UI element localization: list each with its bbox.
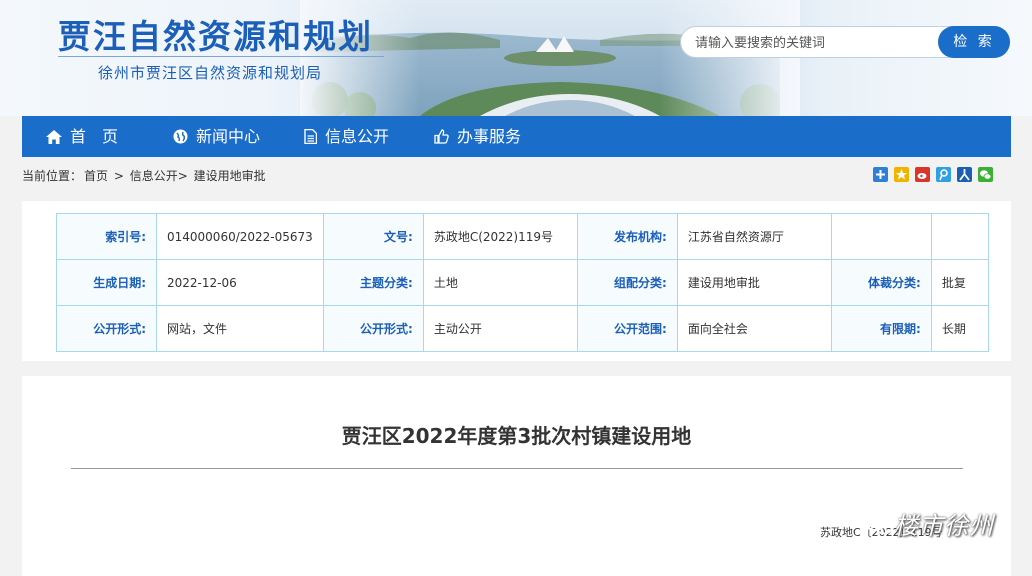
search-box: 检 索 [680, 26, 1010, 58]
table-row: 索引号: 014000060/2022-05673 文号: 苏政地C(2022)… [56, 213, 989, 260]
nav-item-news[interactable]: 新闻中心 [173, 116, 260, 157]
share-toolbar [873, 167, 993, 182]
breadcrumb: 当前位置： 首页 > 信息公开> 建设用地审批 [22, 167, 268, 184]
nav-label: 信息公开 [325, 127, 390, 146]
genre-category-value: 批复 [930, 259, 989, 306]
qzone-icon[interactable] [894, 167, 909, 182]
document-icon [304, 129, 317, 144]
site-title: 贾汪自然资源和规划 [58, 17, 373, 56]
index-number-value: 014000060/2022-05673 [156, 213, 324, 260]
disclosure-mode-value: 主动公开 [422, 305, 578, 352]
table-row: 生成日期: 2022-12-06 主题分类: 土地 组配分类: 建设用地审批 体… [56, 259, 989, 306]
breadcrumb-info-public[interactable]: 信息公开> [130, 169, 188, 183]
nav-label: 新闻中心 [196, 127, 261, 146]
add-icon[interactable] [873, 167, 888, 182]
nav-item-services[interactable]: 办事服务 [434, 116, 521, 157]
topic-category-value: 土地 [422, 259, 578, 306]
watermark-text: 楼市徐州 [894, 512, 994, 540]
tencent-weibo-icon[interactable] [936, 167, 951, 182]
index-number-label: 索引号: [56, 213, 157, 260]
genre-category-label: 体裁分类: [830, 259, 932, 306]
thumbs-up-icon [434, 129, 449, 144]
nav-item-info-public[interactable]: 信息公开 [304, 116, 389, 157]
weibo-icon[interactable] [915, 167, 930, 182]
metadata-panel: 索引号: 014000060/2022-05673 文号: 苏政地C(2022)… [22, 201, 1011, 361]
disclosure-form-value: 网站，文件 [156, 305, 324, 352]
breadcrumb-separator: > [113, 169, 124, 183]
search-input[interactable] [695, 33, 935, 53]
created-date-label: 生成日期: [56, 259, 157, 306]
main-nav: 首 页 新闻中心 信息公开 办事服务 [22, 116, 1011, 157]
assembly-category-value: 建设用地审批 [676, 259, 832, 306]
breadcrumb-bar: 当前位置： 首页 > 信息公开> 建设用地审批 [22, 157, 1011, 191]
site-header: 贾汪自然资源和规划 徐州市贾汪区自然资源和规划局 检 索 [0, 0, 1032, 116]
wechat-icon[interactable] [978, 167, 993, 182]
nav-label: 办事服务 [457, 127, 522, 146]
breadcrumb-current[interactable]: 建设用地审批 [194, 169, 266, 183]
created-date-value: 2022-12-06 [156, 259, 324, 306]
renren-icon[interactable] [957, 167, 972, 182]
site-subtitle: 徐州市贾汪区自然资源和规划局 [98, 64, 323, 82]
disclosure-mode-label: 公开形式: [322, 305, 424, 352]
disclosure-scope-value: 面向全社会 [676, 305, 832, 352]
validity-value: 长期 [930, 305, 989, 352]
nav-label: 首 页 [70, 127, 119, 146]
empty-cell [830, 213, 932, 260]
breadcrumb-home[interactable]: 首页 [84, 169, 108, 183]
breadcrumb-prefix: 当前位置： [22, 169, 83, 183]
article-title: 贾汪区2022年度第3批次村镇建设用地 [341, 424, 692, 448]
doc-number-value: 苏政地C(2022)119号 [422, 213, 578, 260]
empty-cell [930, 213, 989, 260]
watermark: 楼市徐州 [864, 506, 994, 541]
title-divider [58, 56, 384, 57]
validity-label: 有限期: [830, 305, 932, 352]
title-divider [71, 468, 963, 469]
publisher-value: 江苏省自然资源厅 [676, 213, 832, 260]
home-icon [46, 129, 62, 144]
assembly-category-label: 组配分类: [576, 259, 678, 306]
nav-item-home[interactable]: 首 页 [46, 116, 118, 157]
disclosure-scope-label: 公开范围: [576, 305, 678, 352]
publisher-label: 发布机构: [576, 213, 678, 260]
doc-number-label: 文号: [322, 213, 424, 260]
article-panel: 贾汪区2022年度第3批次村镇建设用地 苏政地C〔2022〕119号 楼市徐州 [22, 376, 1011, 576]
wechat-logo-icon [864, 512, 893, 534]
search-button[interactable]: 检 索 [938, 26, 1010, 58]
metadata-table: 索引号: 014000060/2022-05673 文号: 苏政地C(2022)… [56, 213, 989, 352]
disclosure-form-label: 公开形式: [56, 305, 157, 352]
topic-category-label: 主题分类: [322, 259, 424, 306]
table-row: 公开形式: 网站，文件 公开形式: 主动公开 公开范围: 面向全社会 有限期: … [56, 305, 989, 352]
globe-icon [173, 129, 188, 144]
